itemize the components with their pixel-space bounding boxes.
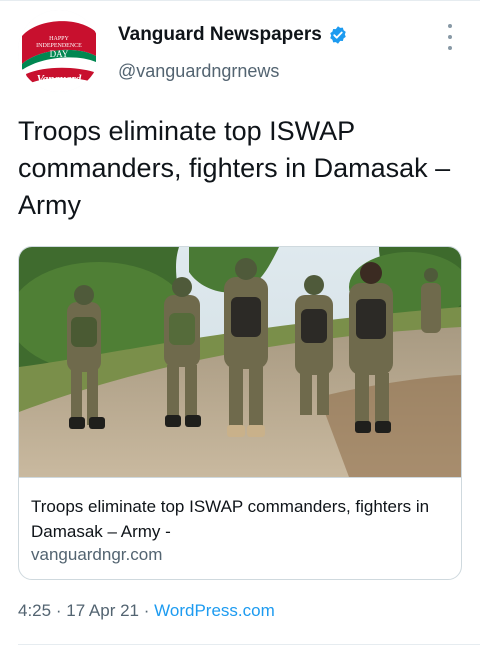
author-name[interactable]: Vanguard Newspapers (118, 24, 348, 46)
avatar[interactable]: HAPPY INDEPENDENCE DAY FROM Vanguard (18, 10, 100, 92)
tweet-source-link[interactable]: WordPress.com (154, 601, 275, 620)
more-options-icon[interactable] (442, 24, 458, 50)
tweet-meta: 4:25 · 17 Apr 21 · WordPress.com (18, 601, 275, 621)
tweet-date[interactable]: 17 Apr 21 (66, 601, 139, 620)
meta-separator: · (143, 601, 150, 620)
link-card[interactable]: Troops eliminate top ISWAP commanders, f… (18, 246, 462, 580)
avatar-line-3: DAY (50, 49, 69, 59)
tweet-text: Troops eliminate top ISWAP commanders, f… (18, 116, 451, 220)
link-card-title: Troops eliminate top ISWAP commanders, f… (31, 497, 430, 541)
link-card-body: Troops eliminate top ISWAP commanders, f… (19, 477, 461, 579)
verified-badge-icon (330, 26, 346, 44)
top-divider (0, 0, 480, 1)
avatar-line-5: Vanguard (37, 73, 82, 85)
author-name-text: Vanguard Newspapers (118, 24, 322, 45)
bottom-divider (18, 644, 480, 645)
avatar-line-4: FROM (52, 63, 67, 68)
soldiers-photo (19, 247, 461, 477)
meta-separator: · (55, 601, 62, 620)
avatar-logo: HAPPY INDEPENDENCE DAY FROM Vanguard (18, 10, 100, 92)
tweet-time[interactable]: 4:25 (18, 601, 51, 620)
link-card-domain: vanguardngr.com (31, 545, 163, 564)
avatar-line-1: HAPPY (49, 36, 69, 42)
author-handle[interactable]: @vanguardngrnews (118, 61, 279, 82)
